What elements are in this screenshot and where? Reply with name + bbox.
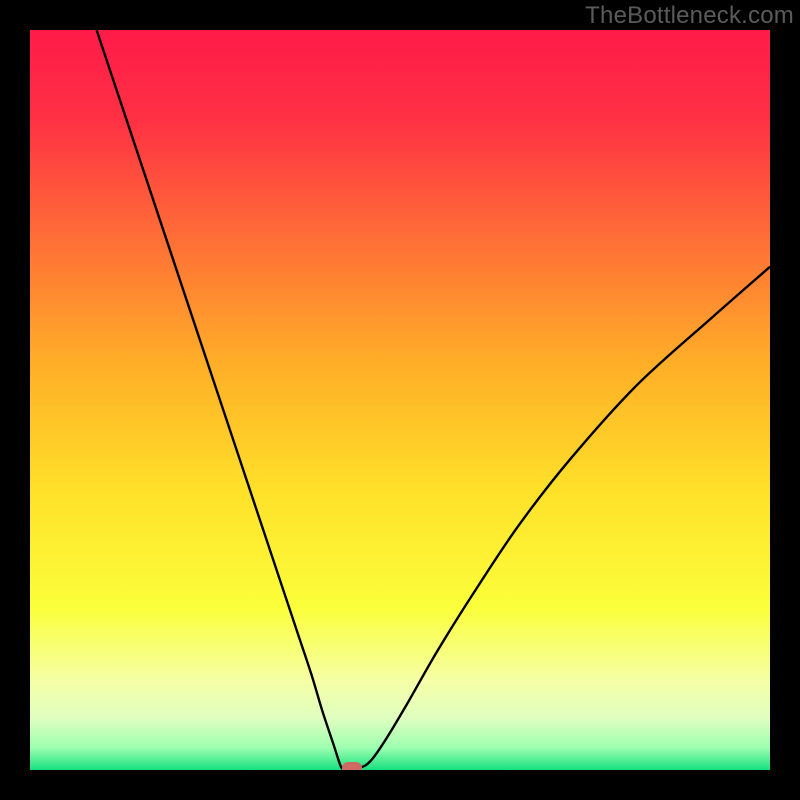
chart-frame: TheBottleneck.com	[0, 0, 800, 800]
plot-area	[30, 30, 770, 770]
bottleneck-curve	[30, 30, 770, 770]
optimal-point-marker	[342, 762, 362, 770]
watermark-text: TheBottleneck.com	[585, 2, 794, 30]
